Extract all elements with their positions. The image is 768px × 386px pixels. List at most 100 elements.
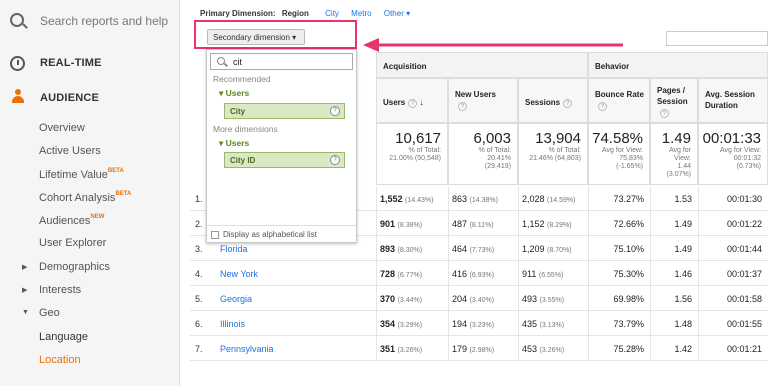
row-bounce: 75.30% <box>613 269 644 279</box>
sidebar-item-location[interactable]: Location <box>39 354 81 366</box>
sidebar: Search reports and help REAL-TIME AUDIEN… <box>0 0 180 386</box>
primary-dimension-region[interactable]: Region <box>282 9 309 18</box>
row-bounce: 73.79% <box>613 319 644 329</box>
sidebar-item-geo[interactable]: Geo <box>39 307 60 319</box>
row-duration: 00:01:30 <box>726 194 762 204</box>
nav-audience[interactable]: AUDIENCE <box>0 83 180 115</box>
row-sessions: 1,209 (8.70%) <box>522 244 572 254</box>
expand-icon[interactable]: ▶ <box>22 263 27 271</box>
help-icon: ? <box>408 99 418 108</box>
row-users: 1,552 (14.43%) <box>380 194 434 204</box>
sidebar-item-user-explorer[interactable]: User Explorer <box>39 237 106 249</box>
alphabetical-toggle[interactable]: Display as alphabetical list <box>207 225 356 243</box>
row-bounce: 72.66% <box>613 219 644 229</box>
nav-realtime[interactable]: REAL-TIME <box>0 48 180 80</box>
row-sessions: 911 (6.55%) <box>522 269 564 279</box>
primary-dimension-metro[interactable]: Metro <box>351 9 371 18</box>
secondary-dimension-dropdown: cit Recommended ▾ Users City? More dimen… <box>206 49 357 243</box>
search-placeholder: Search reports and help <box>40 14 169 28</box>
row-new-users: 179 (2.98%) <box>452 344 495 354</box>
primary-dimension-label: Primary Dimension: <box>200 9 276 18</box>
collapse-icon[interactable]: ▼ <box>22 309 29 316</box>
col-sessions[interactable]: Sessions? <box>518 78 588 123</box>
beta-badge: BETA <box>115 191 132 197</box>
row-duration: 00:01:22 <box>726 219 762 229</box>
primary-dimension-city[interactable]: City <box>325 9 339 18</box>
info-icon[interactable]: ? <box>330 155 340 165</box>
row-city-link[interactable]: Illinois <box>220 311 370 336</box>
sidebar-item-active-users[interactable]: Active Users <box>39 145 101 157</box>
more-dimensions-label: More dimensions <box>213 124 278 134</box>
arrow-annotation <box>363 38 623 52</box>
row-pages: 1.56 <box>674 294 692 304</box>
col-users[interactable]: Users? ↓ <box>376 78 448 123</box>
row-sessions: 1,152 (8.29%) <box>522 219 572 229</box>
sidebar-item-overview[interactable]: Overview <box>39 122 85 134</box>
row-users: 354 (3.29%) <box>380 319 423 329</box>
sidebar-item-audiences[interactable]: AudiencesNEW <box>39 214 104 227</box>
checkbox[interactable] <box>211 231 219 239</box>
row-users: 728 (6.77%) <box>380 269 423 279</box>
table-search-input[interactable] <box>666 31 768 46</box>
sidebar-item-cohort-analysis[interactable]: Cohort AnalysisBETA <box>39 191 131 204</box>
row-pages: 1.53 <box>674 194 692 204</box>
total-users: 10,617% of Total: 21.00% (50,548) <box>376 123 448 185</box>
sidebar-search[interactable]: Search reports and help <box>0 0 180 42</box>
row-bounce: 73.27% <box>613 194 644 204</box>
table-row: 5. Georgia 370 (3.44%) 204 (3.40%) 493 (3.55… <box>190 286 768 311</box>
row-city-link[interactable]: Georgia <box>220 286 370 311</box>
dimension-city[interactable]: City? <box>224 103 345 119</box>
row-pages: 1.49 <box>674 244 692 254</box>
row-new-users: 464 (7.73%) <box>452 244 495 254</box>
info-icon[interactable]: ? <box>330 106 340 116</box>
row-pages: 1.42 <box>674 344 692 354</box>
sidebar-item-lifetime-value[interactable]: Lifetime ValueBETA <box>39 168 124 181</box>
search-icon <box>10 13 24 27</box>
sort-down-icon: ↓ <box>419 98 424 107</box>
sidebar-item-demographics[interactable]: Demographics <box>39 261 110 273</box>
col-avg-duration[interactable]: Avg. Session Duration <box>698 78 768 123</box>
row-new-users: 487 (8.11%) <box>452 219 494 229</box>
primary-dimension-other[interactable]: Other ▾ <box>384 9 410 18</box>
row-new-users: 204 (3.40%) <box>452 294 495 304</box>
person-icon <box>11 89 25 105</box>
group-acquisition: Acquisition <box>376 52 588 78</box>
dimension-city-id[interactable]: City ID? <box>224 152 345 168</box>
sidebar-item-interests[interactable]: Interests <box>39 284 81 296</box>
total-pages: 1.49 Avg for View: 1.44 (3.07%) <box>650 123 698 185</box>
group-users-toggle[interactable]: ▾ Users <box>219 88 249 99</box>
row-bounce: 75.28% <box>613 344 644 354</box>
row-users: 370 (3.44%) <box>380 294 423 304</box>
total-sessions: 13,904% of Total: 21.46% (64,803) <box>518 123 588 185</box>
beta-badge: BETA <box>107 168 124 174</box>
row-new-users: 194 (3.23%) <box>452 319 495 329</box>
total-bounce: 74.58% Avg for View: 75.83% (-1.65%) <box>588 123 650 185</box>
row-number: 4. <box>195 269 203 279</box>
row-pages: 1.49 <box>674 219 692 229</box>
sidebar-item-language[interactable]: Language <box>39 331 88 343</box>
total-new-users: 6,003% of Total: 20.41% (29,419) <box>448 123 518 185</box>
audience-label: AUDIENCE <box>40 92 100 104</box>
col-new-users[interactable]: New Users? <box>448 78 518 123</box>
row-sessions: 435 (3.13%) <box>522 319 565 329</box>
row-users: 351 (3.26%) <box>380 344 423 354</box>
row-city-link[interactable]: New York <box>220 261 370 286</box>
group-users-toggle[interactable]: ▾ Users <box>219 138 249 149</box>
dimension-search-input[interactable]: cit <box>210 53 353 70</box>
col-bounce-rate[interactable]: Bounce Rate? <box>588 78 650 123</box>
row-city-link[interactable]: Pennsylvania <box>220 336 370 361</box>
help-icon: ? <box>598 102 607 111</box>
expand-icon[interactable]: ▶ <box>22 286 27 294</box>
row-users: 901 (8.38%) <box>380 219 423 229</box>
row-bounce: 75.10% <box>613 244 644 254</box>
row-sessions: 2,028 (14.59%) <box>522 194 576 204</box>
clock-icon <box>10 56 25 71</box>
help-icon: ? <box>458 102 467 111</box>
total-duration: 00:01:33 Avg for View: 00:01:32 (0.73%) <box>698 123 768 185</box>
group-behavior: Behavior <box>588 52 768 78</box>
realtime-label: REAL-TIME <box>40 57 102 69</box>
col-pages-session[interactable]: Pages / Session? <box>650 78 698 123</box>
new-badge: NEW <box>90 214 105 220</box>
row-number: 7. <box>195 344 203 354</box>
row-bounce: 69.98% <box>613 294 644 304</box>
